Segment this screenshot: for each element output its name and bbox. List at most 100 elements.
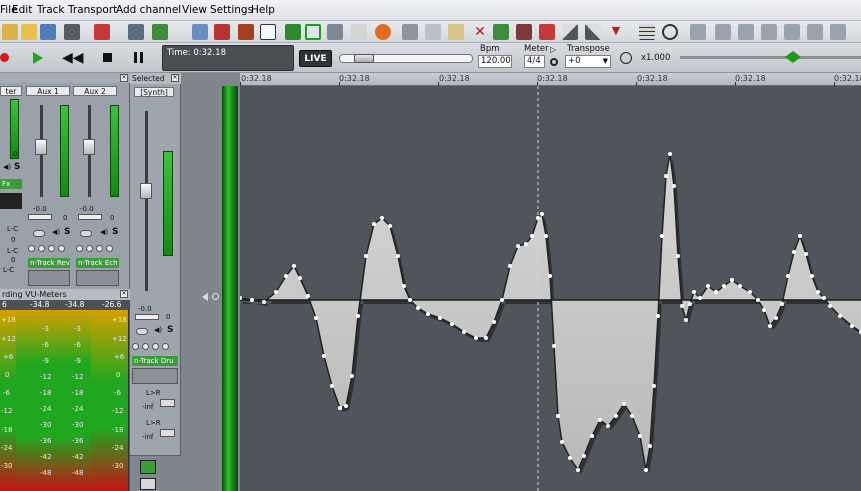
fx-slot[interactable]: n-Track Ech [76, 258, 119, 268]
fader-knob[interactable] [35, 139, 47, 155]
rewind-icon[interactable]: ◀◀ [62, 51, 84, 65]
stop-icon[interactable] [103, 53, 112, 62]
hand-icon[interactable] [351, 24, 367, 40]
eq-knob[interactable] [142, 343, 149, 350]
piano-roll-icon[interactable] [285, 24, 301, 40]
envelope-point[interactable] [402, 284, 406, 288]
plugin-icon[interactable] [140, 478, 156, 490]
bpm-field[interactable]: 120.00 [478, 55, 512, 68]
envelope-point[interactable] [298, 276, 302, 280]
eq-knob[interactable] [106, 245, 113, 252]
envelope-point[interactable] [660, 234, 664, 238]
envelope-point[interactable] [438, 316, 442, 320]
envelope-point[interactable] [330, 384, 334, 388]
zoom-tool-4-icon[interactable] [761, 24, 777, 40]
envelope-point[interactable] [590, 434, 594, 438]
zoom-tool-6-icon[interactable] [807, 24, 823, 40]
envelope-point[interactable] [614, 414, 618, 418]
eq-knob[interactable] [38, 245, 45, 252]
envelope-point[interactable] [672, 184, 676, 188]
live-button[interactable]: LIVE [299, 50, 332, 67]
fx-slot[interactable]: n-Track Dru [132, 356, 178, 366]
envelope-point[interactable] [652, 384, 656, 388]
send-slider[interactable] [160, 399, 175, 407]
envelope-point[interactable] [638, 434, 642, 438]
envelope-point[interactable] [692, 290, 696, 294]
dropdown-arrow-icon[interactable]: ▼ [608, 24, 624, 40]
eq-knob[interactable] [58, 245, 65, 252]
menu-transport[interactable]: Transport [68, 4, 117, 16]
envelope-point[interactable] [416, 306, 420, 310]
envelope-point[interactable] [582, 454, 586, 458]
envelope-point[interactable] [606, 424, 610, 428]
envelope-point[interactable] [568, 456, 572, 460]
envelope-point[interactable] [350, 374, 354, 378]
envelope-point[interactable] [828, 304, 832, 308]
speed-slider[interactable] [680, 51, 861, 63]
menu-edit[interactable]: Edit [12, 4, 32, 16]
waveform-icon[interactable] [64, 24, 80, 40]
solo-button[interactable]: S [14, 162, 20, 172]
collapse-arrow-icon[interactable] [202, 293, 208, 301]
envelope-point[interactable] [552, 344, 556, 348]
envelope-point[interactable] [756, 298, 760, 302]
plugin-icon[interactable] [140, 460, 156, 474]
envelope-point[interactable] [684, 318, 688, 322]
mixer-icon[interactable] [214, 24, 230, 40]
envelope-point[interactable] [372, 222, 376, 226]
envelope-point[interactable] [668, 152, 672, 156]
envelope-point[interactable] [322, 354, 326, 358]
zoom-tool-3-icon[interactable] [738, 24, 754, 40]
link-icon[interactable] [33, 230, 45, 237]
eq-knob[interactable] [132, 343, 139, 350]
envelope-point[interactable] [792, 250, 796, 254]
position-slider[interactable] [339, 54, 473, 63]
speaker-icon[interactable]: ◀) [154, 326, 162, 334]
cut-icon[interactable] [402, 24, 418, 40]
eq-knob[interactable] [86, 245, 93, 252]
envelope-point[interactable] [524, 242, 528, 246]
envelope-point[interactable] [338, 406, 342, 410]
eq-knob[interactable] [28, 245, 35, 252]
transpose-select[interactable]: +0 ▼ [565, 55, 611, 68]
envelope-point[interactable] [540, 212, 544, 216]
envelope-point[interactable] [388, 224, 392, 228]
envelope-point[interactable] [516, 244, 520, 248]
envelope-point[interactable] [768, 324, 772, 328]
pause-icon-left[interactable] [134, 52, 137, 63]
envelope-point[interactable] [306, 294, 310, 298]
envelope-point[interactable] [250, 298, 254, 302]
send-slider[interactable] [160, 429, 175, 437]
zoom-tool-5-icon[interactable] [784, 24, 800, 40]
envelope-point[interactable] [738, 284, 742, 288]
eq-knob[interactable] [162, 343, 169, 350]
speaker-icon[interactable]: ◀) [3, 163, 11, 171]
envelope-point[interactable] [810, 274, 814, 278]
fx-slot[interactable]: n-Track Rev [28, 258, 70, 268]
waveform-editor[interactable] [238, 86, 861, 491]
envelope-point[interactable] [576, 468, 580, 472]
fader-knob[interactable] [140, 183, 152, 199]
envelope-point[interactable] [714, 290, 718, 294]
envelope-point[interactable] [622, 402, 626, 406]
fx-slot[interactable]: Fx [0, 179, 22, 189]
position-slider-thumb[interactable] [354, 54, 374, 63]
envelope-point[interactable] [344, 404, 348, 408]
envelope-point[interactable] [548, 274, 552, 278]
envelope-point[interactable] [598, 418, 602, 422]
envelope-point[interactable] [688, 302, 692, 306]
envelope-point[interactable] [816, 290, 820, 294]
envelope-point[interactable] [656, 314, 660, 318]
paste-icon[interactable] [448, 24, 464, 40]
speaker-icon[interactable]: ◀) [100, 228, 108, 236]
lasso-icon[interactable] [662, 24, 678, 40]
close-icon[interactable]: ✕ [120, 74, 128, 82]
menu-settings[interactable]: Settings [210, 4, 253, 16]
menu-add-channel[interactable]: Add channel [116, 4, 181, 16]
envelope-point[interactable] [544, 234, 548, 238]
split-icon[interactable] [516, 24, 532, 40]
copy-icon[interactable] [425, 24, 441, 40]
envelope-point[interactable] [730, 278, 734, 282]
envelope-point[interactable] [508, 264, 512, 268]
pause-icon-right[interactable] [140, 52, 143, 63]
